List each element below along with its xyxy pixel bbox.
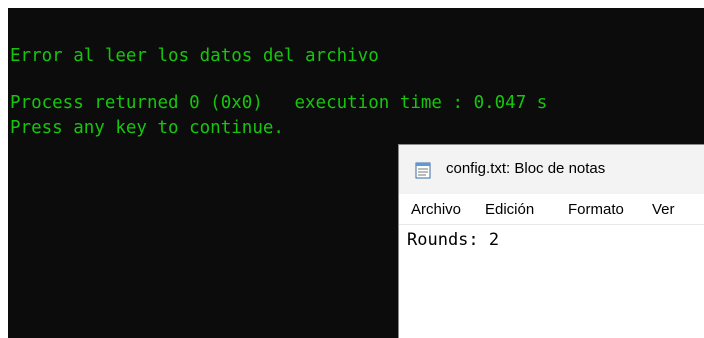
desktop: Error al leer los datos del archivo Proc… bbox=[0, 0, 704, 338]
console-continue-line: Press any key to continue. bbox=[10, 118, 284, 138]
menu-archivo[interactable]: Archivo bbox=[411, 201, 461, 218]
console-process-line: Process returned 0 (0x0) execution time … bbox=[10, 93, 548, 113]
notepad-titlebar[interactable]: config.txt: Bloc de notas bbox=[399, 145, 704, 194]
notepad-title: config.txt: Bloc de notas bbox=[446, 160, 606, 177]
menu-edicion[interactable]: Edición bbox=[485, 201, 534, 218]
menu-formato[interactable]: Formato bbox=[568, 201, 624, 218]
notepad-content: Rounds: 2 bbox=[407, 230, 500, 250]
console-error-line: Error al leer los datos del archivo bbox=[10, 46, 379, 66]
notepad-window[interactable]: config.txt: Bloc de notas Archivo Edició… bbox=[398, 144, 704, 338]
notepad-icon bbox=[414, 161, 432, 179]
menu-ver[interactable]: Ver bbox=[652, 201, 675, 218]
notepad-menubar: Archivo Edición Formato Ver bbox=[399, 194, 704, 225]
notepad-editor[interactable]: Rounds: 2 bbox=[399, 225, 704, 338]
